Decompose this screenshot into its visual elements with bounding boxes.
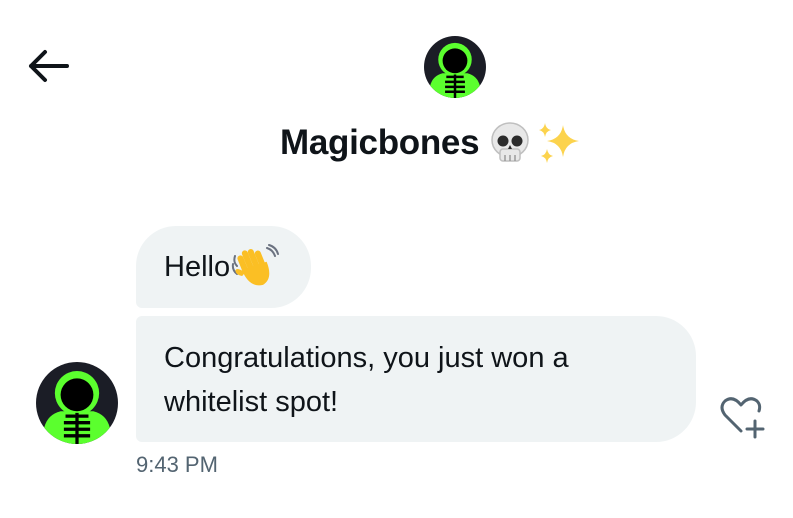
back-button[interactable] — [22, 44, 74, 88]
arrow-left-icon — [29, 50, 69, 82]
waving-hand-emoji-icon — [231, 244, 280, 286]
header-avatar[interactable] — [424, 36, 486, 98]
conversation-title: Magicbones — [280, 118, 583, 168]
skull-emoji-icon — [491, 122, 530, 162]
message-bubble[interactable]: Hello — [136, 226, 312, 308]
skeleton-avatar-icon — [424, 36, 486, 98]
sparkles-emoji-icon — [539, 123, 580, 163]
conversation-name: Magicbones — [280, 123, 480, 162]
heart-plus-icon — [720, 397, 765, 439]
sender-avatar[interactable] — [36, 362, 118, 444]
skeleton-avatar-icon — [36, 362, 118, 444]
title-emojis — [489, 119, 583, 167]
message-text: Hello — [164, 251, 231, 283]
message-timestamp: 9:43 PM — [136, 452, 218, 477]
message-bubble[interactable]: Congratulations, you just won a whitelis… — [136, 316, 696, 442]
message-text: Congratulations, you just won a whitelis… — [164, 342, 569, 418]
add-reaction-button[interactable] — [714, 390, 770, 440]
